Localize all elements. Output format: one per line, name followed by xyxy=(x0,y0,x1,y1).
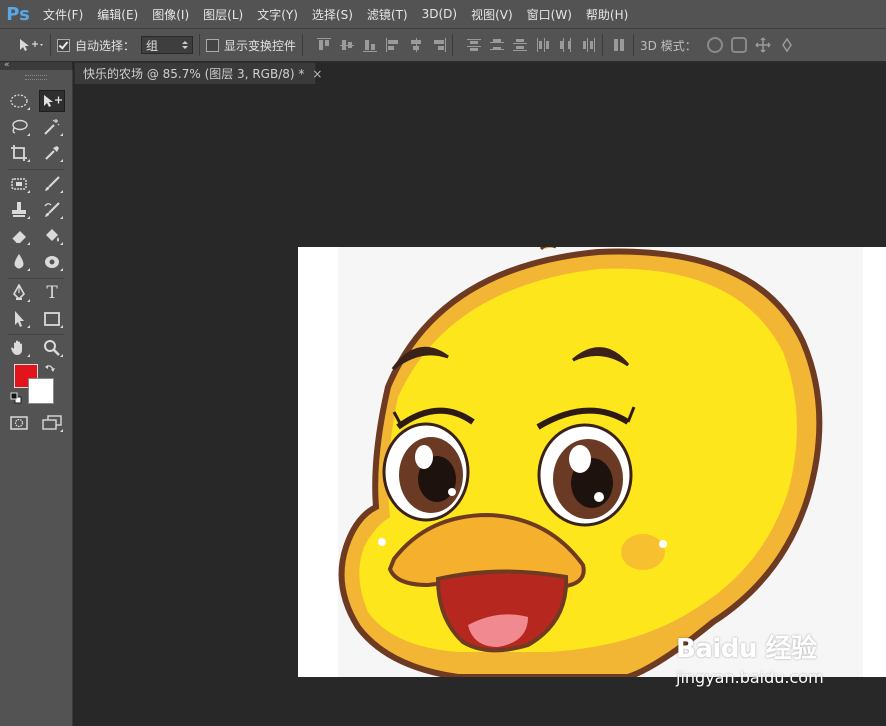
options-separator xyxy=(633,34,635,56)
align-right-icon[interactable] xyxy=(432,38,447,52)
collapse-arrows-icon: « xyxy=(4,60,10,70)
align-left-icon[interactable] xyxy=(386,38,400,52)
options-separator xyxy=(199,34,201,56)
eyedropper-icon[interactable] xyxy=(39,142,65,164)
spot-healing-icon[interactable] xyxy=(6,173,32,195)
toolbar-separator xyxy=(8,169,64,170)
document-canvas[interactable] xyxy=(298,247,886,677)
quick-mask-icon[interactable] xyxy=(6,412,32,434)
hand-icon[interactable] xyxy=(6,337,32,359)
options-separator xyxy=(452,34,454,56)
mode-3d-label: 3D 模式： xyxy=(640,38,697,53)
menu-edit[interactable]: 编辑(E) xyxy=(90,6,145,23)
roll-3d-icon[interactable] xyxy=(730,37,747,53)
menu-select[interactable]: 选择(S) xyxy=(305,6,360,23)
menu-file[interactable]: 文件(F) xyxy=(36,6,90,23)
watermark: Baidu 经验 jingyan.baidu.com xyxy=(676,628,824,687)
options-bar: 自动选择： 组 显示变换控件 3D 模式： xyxy=(0,29,886,62)
align-top-icon[interactable] xyxy=(317,38,332,52)
blur-icon[interactable] xyxy=(6,251,32,273)
options-separator xyxy=(50,34,51,56)
type-icon[interactable]: T xyxy=(39,282,65,304)
eraser-icon[interactable] xyxy=(6,225,32,247)
move-tool-preset-icon xyxy=(20,39,43,51)
default-colors-icon[interactable] xyxy=(10,392,22,404)
auto-align-layers-icon[interactable] xyxy=(613,38,627,52)
menu-3d[interactable]: 3D(D) xyxy=(415,7,464,21)
drag-3d-icon[interactable] xyxy=(755,37,771,53)
options-separator xyxy=(602,34,604,56)
menu-view[interactable]: 视图(V) xyxy=(464,6,520,23)
brush-icon[interactable] xyxy=(39,173,65,195)
distribute-bottom-icon[interactable] xyxy=(513,38,528,52)
clone-stamp-icon[interactable] xyxy=(6,199,32,221)
distribute-vcenter-icon[interactable] xyxy=(490,38,505,52)
auto-select-dropdown[interactable]: 组 xyxy=(141,36,194,54)
move-icon[interactable] xyxy=(39,90,65,112)
menu-image[interactable]: 图像(I) xyxy=(145,6,196,23)
menu-layer[interactable]: 图层(L) xyxy=(196,6,250,23)
magic-wand-icon[interactable] xyxy=(39,116,65,138)
distribute-right-icon[interactable] xyxy=(582,38,596,52)
rotate-3d-icon[interactable] xyxy=(706,37,723,53)
crop-icon[interactable] xyxy=(6,142,32,164)
menu-help[interactable]: 帮助(H) xyxy=(579,6,635,23)
zoom-icon[interactable] xyxy=(39,337,65,359)
align-hcenter-icon[interactable] xyxy=(409,38,423,52)
distribute-left-icon[interactable] xyxy=(536,38,550,52)
menu-bar: Ps 文件(F) 编辑(E) 图像(I) 图层(L) 文字(Y) 选择(S) 滤… xyxy=(0,0,886,29)
rectangle-icon[interactable] xyxy=(39,308,65,330)
close-document-icon[interactable]: × xyxy=(312,67,322,81)
align-buttons xyxy=(317,38,447,52)
slide-3d-icon[interactable] xyxy=(779,37,795,53)
app-logo: Ps xyxy=(6,3,30,25)
distribute-top-icon[interactable] xyxy=(467,38,482,52)
elliptical-marquee-icon[interactable] xyxy=(6,90,32,112)
paint-bucket-icon[interactable] xyxy=(39,225,65,247)
distribute-hcenter-icon[interactable] xyxy=(559,38,573,52)
menu-type[interactable]: 文字(Y) xyxy=(250,6,305,23)
duck-illustration xyxy=(338,247,863,677)
history-brush-icon[interactable] xyxy=(39,199,65,221)
mode-3d-buttons xyxy=(706,37,795,53)
watermark-logo: Baidu 经验 xyxy=(676,634,817,664)
options-separator xyxy=(302,34,304,56)
screen-mode-icon[interactable] xyxy=(39,412,65,434)
toolbar-separator xyxy=(8,278,64,279)
document-tab[interactable]: 快乐的农场 @ 85.7% (图层 3, RGB/8) * × xyxy=(74,62,322,84)
show-transform-label: 显示变换控件 xyxy=(224,38,297,53)
align-bottom-icon[interactable] xyxy=(363,38,378,52)
dodge-icon[interactable] xyxy=(39,251,65,273)
auto-select-value: 组 xyxy=(146,38,159,53)
show-transform-checkbox[interactable] xyxy=(206,38,220,52)
menu-filter[interactable]: 滤镜(T) xyxy=(360,6,415,23)
tools-panel: T xyxy=(0,70,73,726)
align-vcenter-icon[interactable] xyxy=(340,38,355,52)
path-selection-icon[interactable] xyxy=(6,308,32,330)
watermark-url: jingyan.baidu.com xyxy=(676,668,824,687)
auto-select-label: 自动选择： xyxy=(75,38,136,53)
updown-arrows-icon xyxy=(182,41,189,49)
background-color-swatch[interactable] xyxy=(28,378,54,404)
menu-window[interactable]: 窗口(W) xyxy=(520,6,579,23)
pen-icon[interactable] xyxy=(6,282,32,304)
swap-colors-icon[interactable] xyxy=(44,363,56,375)
tool-preset-picker[interactable] xyxy=(18,38,44,52)
toolbar-collapse-strip[interactable]: « xyxy=(0,60,72,70)
toolbar-grip[interactable] xyxy=(25,75,47,80)
document-tab-title: 快乐的农场 @ 85.7% (图层 3, RGB/8) * xyxy=(83,67,305,81)
toolbar-separator xyxy=(8,334,64,335)
lasso-icon[interactable] xyxy=(6,116,32,138)
auto-select-checkbox[interactable] xyxy=(57,38,70,52)
distribute-buttons xyxy=(467,38,596,52)
